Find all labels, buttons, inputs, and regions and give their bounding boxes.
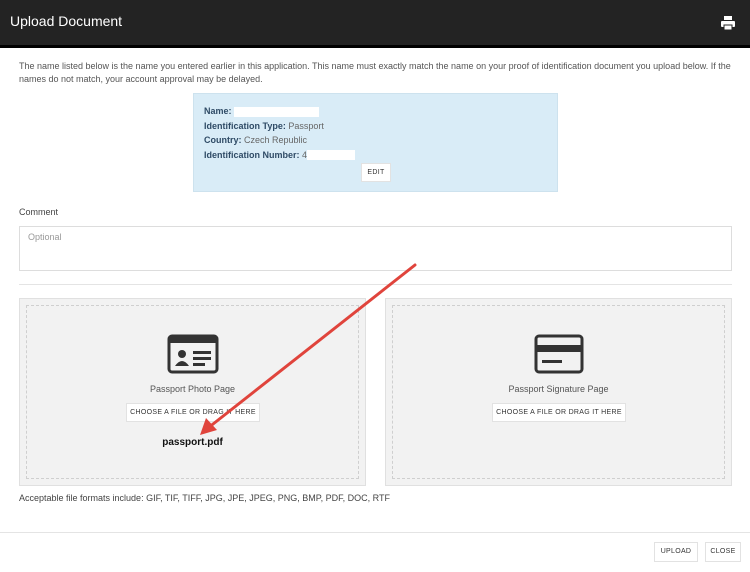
annotation-arrow [200,263,417,435]
